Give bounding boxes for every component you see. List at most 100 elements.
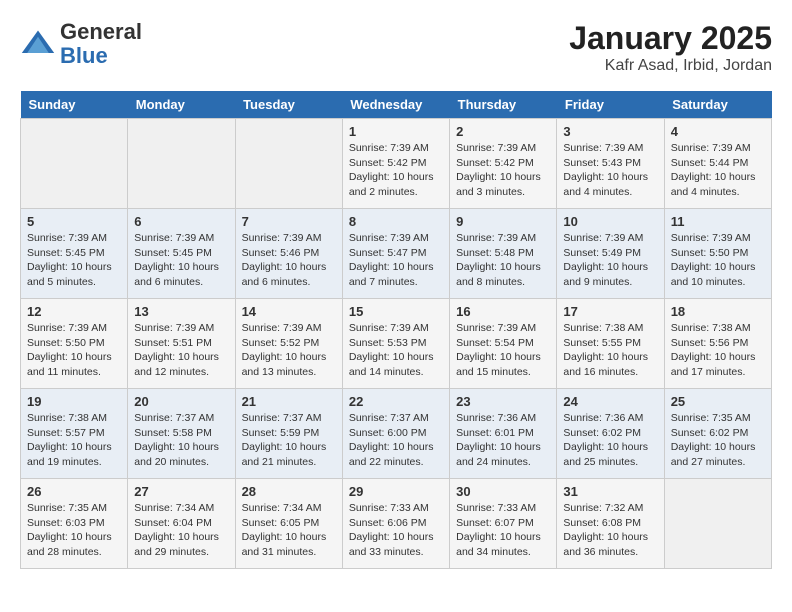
calendar-cell: 25 Sunrise: 7:35 AM Sunset: 6:02 PM Dayli… <box>664 389 771 479</box>
page-header: General Blue January 2025 Kafr Asad, Irb… <box>20 20 772 75</box>
day-info: Sunrise: 7:36 AM Sunset: 6:02 PM Dayligh… <box>563 411 657 470</box>
weekday-header: Monday <box>128 91 235 119</box>
day-info: Sunrise: 7:37 AM Sunset: 5:59 PM Dayligh… <box>242 411 336 470</box>
calendar-cell: 2Sunrise: 7:39 AM Sunset: 5:42 PM Daylig… <box>450 119 557 209</box>
calendar-cell: 22 Sunrise: 7:37 AM Sunset: 6:00 PM Dayli… <box>342 389 449 479</box>
day-number: 19 <box>27 394 121 409</box>
calendar-cell: 5 Sunrise: 7:39 AM Sunset: 5:45 PM Daylig… <box>21 209 128 299</box>
day-number: 2 <box>456 124 550 139</box>
page-title: January 2025 <box>569 20 772 57</box>
weekday-header: Thursday <box>450 91 557 119</box>
calendar-cell <box>235 119 342 209</box>
calendar-cell: 11 Sunrise: 7:39 AM Sunset: 5:50 PM Dayli… <box>664 209 771 299</box>
day-info: Sunrise: 7:32 AM Sunset: 6:08 PM Dayligh… <box>563 501 657 560</box>
logo: General Blue <box>20 20 142 68</box>
calendar-cell: 15 Sunrise: 7:39 AM Sunset: 5:53 PM Dayli… <box>342 299 449 389</box>
calendar-row: 19 Sunrise: 7:38 AM Sunset: 5:57 PM Dayli… <box>21 389 772 479</box>
day-info: Sunrise: 7:39 AM Sunset: 5:50 PM Dayligh… <box>671 231 765 290</box>
calendar-cell: 16Sunrise: 7:39 AM Sunset: 5:54 PM Dayli… <box>450 299 557 389</box>
logo-blue: Blue <box>60 44 142 68</box>
day-number: 21 <box>242 394 336 409</box>
day-info: Sunrise: 7:37 AM Sunset: 6:00 PM Dayligh… <box>349 411 443 470</box>
calendar-cell <box>664 479 771 569</box>
calendar-row: 26Sunrise: 7:35 AM Sunset: 6:03 PM Dayli… <box>21 479 772 569</box>
calendar-row: 5 Sunrise: 7:39 AM Sunset: 5:45 PM Daylig… <box>21 209 772 299</box>
calendar-cell: 28 Sunrise: 7:34 AM Sunset: 6:05 PM Dayli… <box>235 479 342 569</box>
weekday-header: Friday <box>557 91 664 119</box>
logo-general: General <box>60 20 142 44</box>
weekday-header: Saturday <box>664 91 771 119</box>
calendar-cell: 21 Sunrise: 7:37 AM Sunset: 5:59 PM Dayli… <box>235 389 342 479</box>
day-info: Sunrise: 7:39 AM Sunset: 5:49 PM Dayligh… <box>563 231 657 290</box>
day-number: 16 <box>456 304 550 319</box>
day-info: Sunrise: 7:39 AM Sunset: 5:48 PM Dayligh… <box>456 231 550 290</box>
day-number: 23 <box>456 394 550 409</box>
day-info: Sunrise: 7:39 AM Sunset: 5:45 PM Dayligh… <box>134 231 228 290</box>
day-info: Sunrise: 7:39 AM Sunset: 5:45 PM Dayligh… <box>27 231 121 290</box>
day-info: Sunrise: 7:39 AM Sunset: 5:53 PM Dayligh… <box>349 321 443 380</box>
calendar-cell: 14 Sunrise: 7:39 AM Sunset: 5:52 PM Dayli… <box>235 299 342 389</box>
day-info: Sunrise: 7:34 AM Sunset: 6:05 PM Dayligh… <box>242 501 336 560</box>
day-number: 6 <box>134 214 228 229</box>
day-info: Sunrise: 7:39 AM Sunset: 5:47 PM Dayligh… <box>349 231 443 290</box>
day-number: 28 <box>242 484 336 499</box>
day-number: 22 <box>349 394 443 409</box>
day-number: 5 <box>27 214 121 229</box>
day-info: Sunrise: 7:39 AM Sunset: 5:44 PM Dayligh… <box>671 141 765 200</box>
calendar-row: 12 Sunrise: 7:39 AM Sunset: 5:50 PM Dayli… <box>21 299 772 389</box>
calendar-cell: 12 Sunrise: 7:39 AM Sunset: 5:50 PM Dayli… <box>21 299 128 389</box>
day-info: Sunrise: 7:39 AM Sunset: 5:50 PM Dayligh… <box>27 321 121 380</box>
day-info: Sunrise: 7:33 AM Sunset: 6:06 PM Dayligh… <box>349 501 443 560</box>
day-info: Sunrise: 7:35 AM Sunset: 6:02 PM Dayligh… <box>671 411 765 470</box>
calendar-cell <box>128 119 235 209</box>
day-number: 7 <box>242 214 336 229</box>
day-number: 11 <box>671 214 765 229</box>
calendar-cell: 29 Sunrise: 7:33 AM Sunset: 6:06 PM Dayli… <box>342 479 449 569</box>
calendar-cell: 19 Sunrise: 7:38 AM Sunset: 5:57 PM Dayli… <box>21 389 128 479</box>
calendar-cell: 18 Sunrise: 7:38 AM Sunset: 5:56 PM Dayli… <box>664 299 771 389</box>
calendar-cell: 13Sunrise: 7:39 AM Sunset: 5:51 PM Dayli… <box>128 299 235 389</box>
day-info: Sunrise: 7:34 AM Sunset: 6:04 PM Dayligh… <box>134 501 228 560</box>
day-info: Sunrise: 7:38 AM Sunset: 5:56 PM Dayligh… <box>671 321 765 380</box>
day-number: 8 <box>349 214 443 229</box>
day-number: 30 <box>456 484 550 499</box>
day-number: 3 <box>563 124 657 139</box>
day-number: 27 <box>134 484 228 499</box>
day-number: 24 <box>563 394 657 409</box>
day-number: 4 <box>671 124 765 139</box>
day-number: 1 <box>349 124 443 139</box>
calendar-cell: 20Sunrise: 7:37 AM Sunset: 5:58 PM Dayli… <box>128 389 235 479</box>
day-number: 20 <box>134 394 228 409</box>
calendar-cell: 23 Sunrise: 7:36 AM Sunset: 6:01 PM Dayli… <box>450 389 557 479</box>
day-info: Sunrise: 7:33 AM Sunset: 6:07 PM Dayligh… <box>456 501 550 560</box>
calendar-cell: 1 Sunrise: 7:39 AM Sunset: 5:42 PM Daylig… <box>342 119 449 209</box>
weekday-header: Tuesday <box>235 91 342 119</box>
day-info: Sunrise: 7:39 AM Sunset: 5:42 PM Dayligh… <box>349 141 443 200</box>
calendar-cell: 26Sunrise: 7:35 AM Sunset: 6:03 PM Dayli… <box>21 479 128 569</box>
day-number: 29 <box>349 484 443 499</box>
day-info: Sunrise: 7:39 AM Sunset: 5:52 PM Dayligh… <box>242 321 336 380</box>
weekday-header: Sunday <box>21 91 128 119</box>
title-block: January 2025 Kafr Asad, Irbid, Jordan <box>569 20 772 75</box>
day-number: 31 <box>563 484 657 499</box>
calendar-cell: 31 Sunrise: 7:32 AM Sunset: 6:08 PM Dayli… <box>557 479 664 569</box>
day-number: 13 <box>134 304 228 319</box>
day-info: Sunrise: 7:39 AM Sunset: 5:43 PM Dayligh… <box>563 141 657 200</box>
calendar-table: SundayMondayTuesdayWednesdayThursdayFrid… <box>20 91 772 569</box>
day-number: 14 <box>242 304 336 319</box>
calendar-cell: 3 Sunrise: 7:39 AM Sunset: 5:43 PM Daylig… <box>557 119 664 209</box>
logo-icon <box>20 26 56 62</box>
day-number: 17 <box>563 304 657 319</box>
day-info: Sunrise: 7:36 AM Sunset: 6:01 PM Dayligh… <box>456 411 550 470</box>
day-info: Sunrise: 7:38 AM Sunset: 5:57 PM Dayligh… <box>27 411 121 470</box>
day-number: 15 <box>349 304 443 319</box>
calendar-cell: 30 Sunrise: 7:33 AM Sunset: 6:07 PM Dayli… <box>450 479 557 569</box>
calendar-cell: 4 Sunrise: 7:39 AM Sunset: 5:44 PM Daylig… <box>664 119 771 209</box>
calendar-row: 1 Sunrise: 7:39 AM Sunset: 5:42 PM Daylig… <box>21 119 772 209</box>
day-number: 25 <box>671 394 765 409</box>
day-number: 18 <box>671 304 765 319</box>
day-number: 12 <box>27 304 121 319</box>
day-number: 10 <box>563 214 657 229</box>
calendar-cell: 6 Sunrise: 7:39 AM Sunset: 5:45 PM Daylig… <box>128 209 235 299</box>
calendar-cell: 7Sunrise: 7:39 AM Sunset: 5:46 PM Daylig… <box>235 209 342 299</box>
